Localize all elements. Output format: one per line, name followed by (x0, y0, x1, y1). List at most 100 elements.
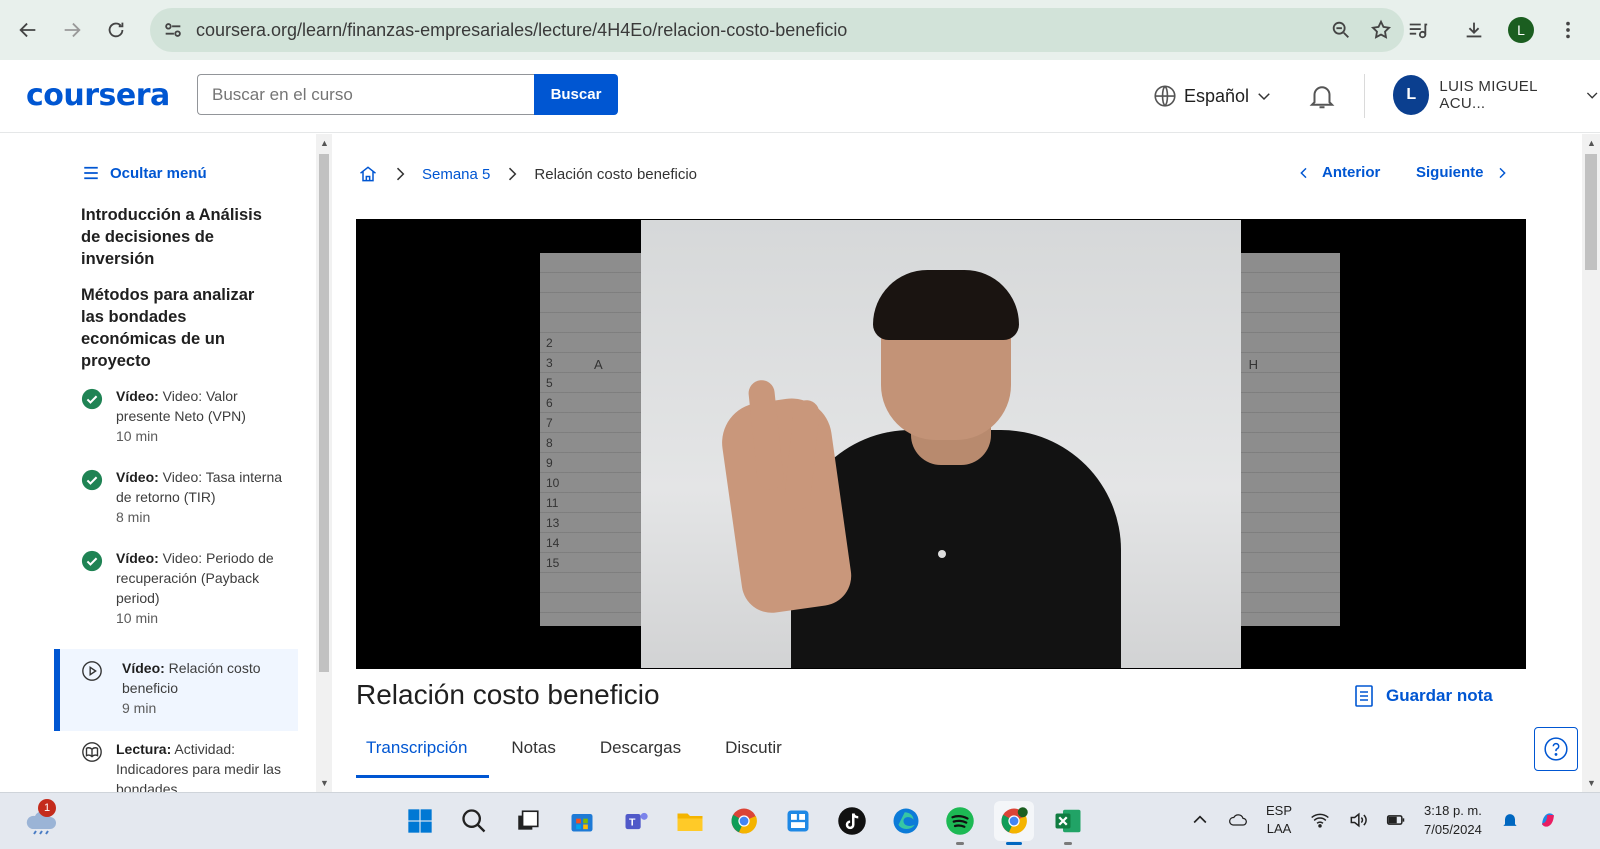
taskbar-search-button[interactable] (454, 801, 494, 841)
site-settings-icon[interactable] (162, 18, 186, 42)
lesson-item[interactable]: Vídeo: Video: Tasa interna de retorno (T… (54, 467, 298, 525)
teams-icon: T (625, 812, 648, 830)
forward-button[interactable] (50, 8, 94, 52)
sheet-column-a: A (594, 357, 603, 372)
active-indicator (1006, 842, 1022, 845)
lesson-item-current[interactable]: Vídeo: Relación costo beneficio 9 min (54, 649, 298, 731)
input-language-indicator[interactable]: ESP LAA (1266, 802, 1292, 838)
chevron-right-icon (396, 167, 405, 181)
breadcrumb-week[interactable]: Semana 5 (422, 166, 490, 183)
excel-app[interactable] (1048, 801, 1088, 845)
save-note-button[interactable]: Guardar nota (1354, 684, 1493, 708)
spotify-app[interactable] (940, 801, 980, 845)
file-explorer-app[interactable] (670, 801, 710, 841)
lesson-item[interactable]: Vídeo: Video: Periodo de recuperación (P… (54, 548, 298, 626)
reload-button[interactable] (94, 8, 138, 52)
sidebar-scrollbar[interactable]: ▲ ▼ (316, 134, 332, 792)
sheet-row-number: 8 (546, 436, 553, 450)
help-button[interactable] (1534, 727, 1578, 771)
sheet-row-number: 13 (546, 516, 560, 530)
battery-icon[interactable] (1386, 810, 1406, 830)
sheet-row-number: 9 (546, 456, 553, 470)
sheet-row-number: 7 (546, 416, 553, 430)
search-button[interactable]: Buscar (534, 74, 618, 115)
reload-icon (108, 22, 124, 38)
page-scroll-thumb[interactable] (1585, 154, 1597, 270)
zoom-icon[interactable] (1330, 19, 1352, 41)
lesson-item[interactable]: Lectura: Actividad: Indicadores para med… (54, 739, 298, 792)
browser-menu-button[interactable] (1546, 8, 1590, 52)
course-sidebar: Ocultar menú Introducción a Análisis de … (0, 134, 316, 792)
sidebar-scroll-thumb[interactable] (319, 154, 329, 672)
task-view-icon (518, 810, 539, 830)
running-indicator (1064, 842, 1072, 845)
shirt-button (938, 550, 946, 558)
module-title[interactable]: Introducción a Análisis de decisiones de… (81, 204, 281, 270)
course-search-input[interactable] (197, 74, 534, 115)
sheet-row-number: 6 (546, 396, 553, 410)
bookmark-star-icon[interactable] (1370, 19, 1392, 41)
lecture-title: Relación costo beneficio (356, 679, 660, 710)
chrome-profile-app[interactable] (994, 801, 1034, 845)
spotify-icon (946, 807, 974, 835)
tab-transcripcion[interactable]: Transcripción (356, 728, 490, 778)
onedrive-cloud-icon[interactable] (1228, 810, 1248, 830)
tab-discutir[interactable]: Discutir (715, 728, 804, 778)
video-player[interactable]: A H 2 3 5 6 7 8 9 10 11 13 14 15 (356, 219, 1526, 669)
notification-bell-icon[interactable] (1500, 810, 1520, 830)
edge-app[interactable] (886, 801, 926, 841)
task-view-button[interactable] (508, 801, 548, 841)
start-button[interactable] (400, 801, 440, 841)
tab-notas[interactable]: Notas (501, 728, 577, 778)
scroll-up-arrow-icon[interactable]: ▲ (320, 138, 329, 148)
language-selector[interactable]: Español (1152, 83, 1273, 109)
tiktok-app[interactable] (832, 801, 872, 841)
chevron-down-icon (1586, 92, 1598, 99)
chrome-app[interactable] (724, 801, 764, 841)
download-icon (1466, 22, 1482, 38)
browser-profile-avatar[interactable]: L (1508, 17, 1534, 43)
microsoft-store-app[interactable] (562, 801, 602, 841)
windows-taskbar: 1 T ESP LAA 3:18 p. m. 7/05/2024 (0, 792, 1600, 849)
completed-check-icon (81, 550, 103, 572)
instructor-hair (873, 270, 1019, 340)
copilot-icon[interactable] (1538, 810, 1558, 830)
arrow-left-icon (19, 22, 36, 38)
scroll-up-arrow-icon[interactable]: ▲ (1587, 138, 1596, 148)
back-button[interactable] (6, 8, 50, 52)
sheet-row-number: 2 (546, 336, 553, 350)
user-menu[interactable]: L LUIS MIGUEL ACU... (1393, 75, 1600, 115)
lesson-type: Vídeo: (116, 469, 159, 485)
teams-app[interactable]: T (616, 801, 656, 841)
address-bar[interactable]: coursera.org/learn/finanzas-empresariale… (150, 8, 1404, 52)
home-icon[interactable] (358, 164, 378, 184)
instructor-hand (716, 393, 856, 617)
tab-descargas[interactable]: Descargas (590, 728, 703, 778)
edge-icon (893, 808, 919, 834)
volume-icon[interactable] (1348, 810, 1368, 830)
next-button[interactable]: Siguiente (1416, 164, 1510, 181)
wifi-icon[interactable] (1310, 810, 1330, 830)
module-title[interactable]: Métodos para analizar las bondades econó… (81, 284, 281, 372)
sheet-row-number: 3 (546, 356, 553, 370)
scroll-down-arrow-icon[interactable]: ▼ (1587, 778, 1596, 788)
page-scrollbar[interactable]: ▲ ▼ (1582, 134, 1600, 792)
header-divider (1364, 74, 1365, 118)
downloads-button[interactable] (1452, 8, 1496, 52)
sheet-row-number: 5 (546, 376, 553, 390)
running-indicator (956, 842, 964, 845)
media-control-button[interactable] (1396, 8, 1440, 52)
coursera-logo[interactable]: coursera (26, 78, 170, 113)
system-clock[interactable]: 3:18 p. m. 7/05/2024 (1424, 801, 1482, 839)
lesson-item[interactable]: Vídeo: Video: Valor presente Neto (VPN) … (54, 386, 298, 444)
scroll-down-arrow-icon[interactable]: ▼ (320, 778, 329, 788)
outlook-app[interactable] (778, 801, 818, 841)
completed-check-icon (81, 469, 103, 491)
user-name: LUIS MIGUEL ACU... (1439, 78, 1538, 112)
notifications-bell-icon[interactable] (1307, 80, 1337, 112)
previous-button[interactable]: Anterior (1296, 164, 1380, 181)
chevron-up-icon[interactable] (1190, 810, 1210, 830)
hide-menu-button[interactable]: Ocultar menú (82, 164, 207, 182)
excel-icon (1055, 809, 1081, 833)
chevron-left-icon (1300, 167, 1307, 178)
